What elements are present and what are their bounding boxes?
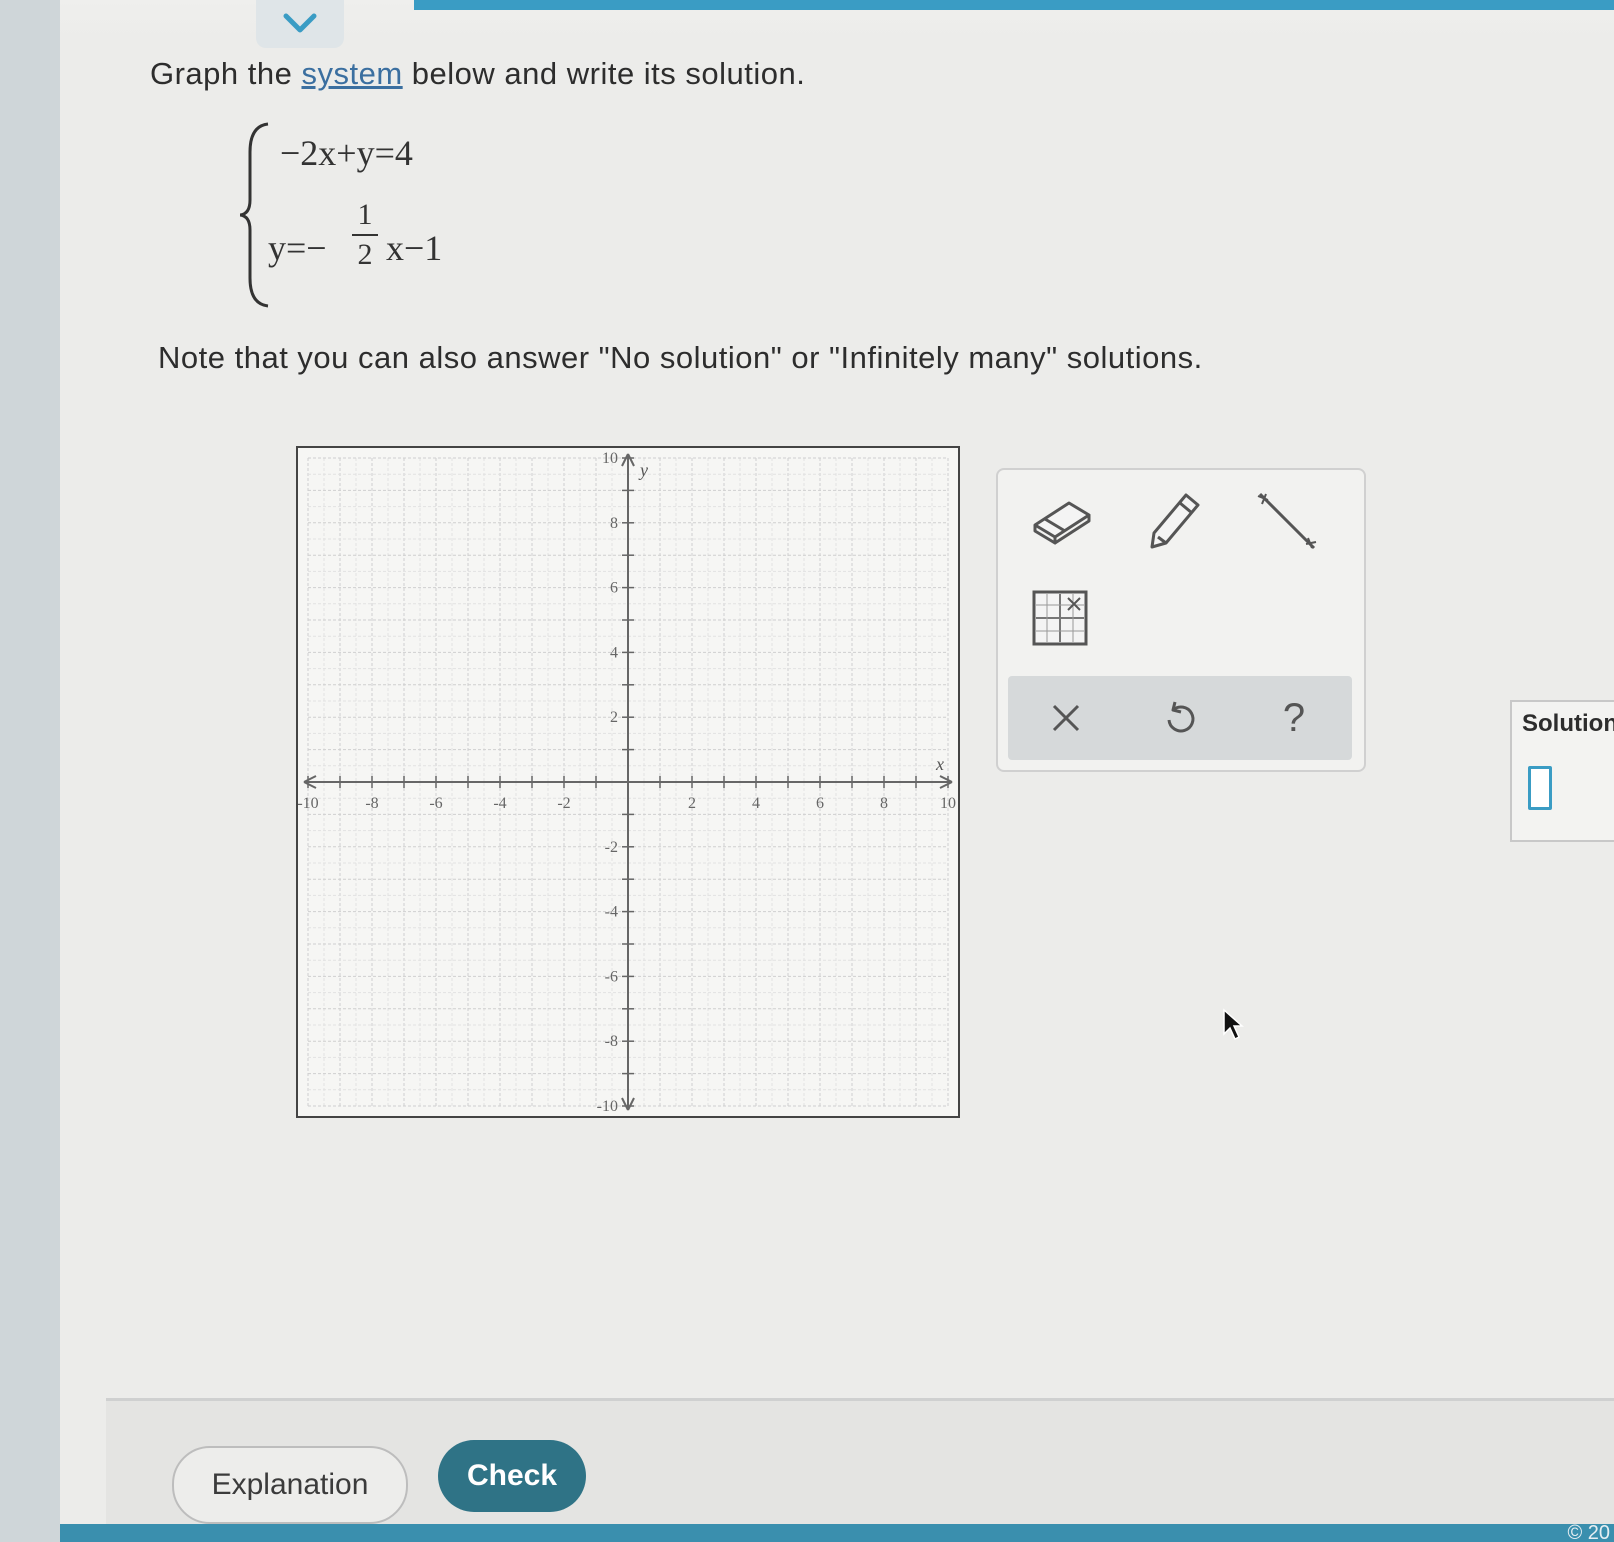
y-tick-label: 6 <box>610 580 618 597</box>
graph-canvas[interactable]: -10 -8 -6 -4 -2 2 4 6 8 10 10 8 6 4 2 -2 -4 -6 -8 -10 x y <box>296 446 960 1118</box>
y-tick-label: -10 <box>597 1098 618 1115</box>
graph-grid-icon <box>1032 590 1088 646</box>
x-axis-label: x <box>935 754 944 774</box>
prompt-text-start: Graph the <box>150 56 302 91</box>
x-tick-label: -2 <box>557 795 570 812</box>
help-button[interactable]: ? <box>1264 688 1324 748</box>
x-tick-label: -8 <box>365 795 378 812</box>
x-tick-label: 2 <box>688 795 696 812</box>
equation-2-right: x−1 <box>386 228 443 268</box>
x-tick-label: 8 <box>880 795 888 812</box>
y-tick-label: 10 <box>602 450 618 467</box>
equation-2-left: y=− <box>268 228 327 268</box>
y-tick-label: -4 <box>605 904 618 921</box>
app-window: Graph the system below and write its sol… <box>60 0 1614 1542</box>
x-tick-label: -6 <box>429 795 442 812</box>
undo-button[interactable] <box>1150 688 1210 748</box>
y-tick-label: 2 <box>610 709 618 726</box>
left-brace <box>240 122 269 308</box>
top-accent-strip <box>414 0 1614 10</box>
x-tick-label: -4 <box>493 795 506 812</box>
chevron-down-icon <box>283 13 317 33</box>
equation-2-fraction: 1 2 <box>352 200 378 270</box>
undo-icon <box>1167 701 1195 733</box>
fraction-numerator: 1 <box>357 198 373 231</box>
collapse-toggle[interactable] <box>256 0 344 48</box>
x-tick-label: -10 <box>297 795 318 812</box>
pencil-icon <box>1150 493 1200 549</box>
y-axis-label: y <box>638 460 648 480</box>
solution-label: Solution <box>1522 710 1614 737</box>
clear-button[interactable] <box>1036 688 1096 748</box>
equation-system: −2x+y=4 y=− 1 2 x−1 <box>240 122 500 308</box>
equation-1: −2x+y=4 <box>280 133 413 173</box>
y-tick-label: 4 <box>610 644 618 661</box>
x-tick-label: 10 <box>940 795 956 812</box>
footer-bar <box>60 1524 1614 1542</box>
line-tool[interactable] <box>1252 488 1322 554</box>
prompt-text-end: below and write its solution. <box>402 56 806 91</box>
x-tick-label: 6 <box>816 795 824 812</box>
explanation-button[interactable]: Explanation <box>172 1446 408 1524</box>
x-tick-label: 4 <box>752 795 760 812</box>
close-icon <box>1052 704 1080 732</box>
copyright-text: © 20 <box>1567 1522 1610 1542</box>
action-bar: ? <box>1008 676 1352 760</box>
help-icon: ? <box>1282 695 1306 740</box>
graph-tool-panel: ? <box>996 468 1366 772</box>
y-tick-label: -8 <box>605 1033 618 1050</box>
solution-input[interactable] <box>1528 766 1552 810</box>
fraction-denominator: 2 <box>357 238 373 271</box>
pencil-tool[interactable] <box>1144 486 1204 552</box>
question-prompt: Graph the system below and write its sol… <box>150 56 805 92</box>
y-tick-label: -6 <box>605 968 618 985</box>
grid-tool[interactable] <box>1030 588 1090 648</box>
solution-panel: Solution <box>1510 700 1614 842</box>
fraction-bar <box>352 234 378 236</box>
y-tick-label: 8 <box>610 515 618 532</box>
eraser-icon <box>1033 501 1091 545</box>
note-text: Note that you can also answer "No soluti… <box>158 340 1203 375</box>
line-segment-icon <box>1257 492 1317 550</box>
eraser-tool[interactable] <box>1026 490 1098 550</box>
y-tick-label: -2 <box>605 839 618 856</box>
check-button[interactable]: Check <box>438 1440 586 1512</box>
system-link[interactable]: system <box>301 56 402 91</box>
mouse-cursor-icon <box>1223 1008 1244 1041</box>
